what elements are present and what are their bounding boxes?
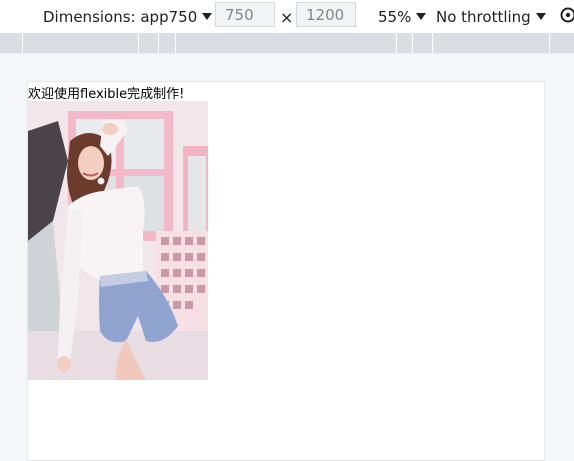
ruler-tick (432, 33, 433, 53)
zoom-label: 55% (378, 8, 411, 26)
height-value: 1200 (306, 6, 344, 24)
ruler-tick (138, 33, 139, 53)
caret-down-icon (536, 13, 546, 20)
times-separator: × (280, 8, 293, 27)
ruler-tick (22, 33, 23, 53)
settings-icon[interactable] (558, 4, 574, 26)
dimensions-dropdown[interactable]: Dimensions: app750 (43, 0, 212, 33)
throttling-dropdown[interactable]: No throttling (436, 0, 546, 33)
caret-down-icon (416, 13, 426, 20)
device-toolbar: Dimensions: app750 750 × 1200 55% No thr… (0, 0, 574, 33)
throttle-label: No throttling (436, 8, 531, 26)
ruler-tick (412, 33, 413, 53)
ruler-tick (396, 33, 397, 53)
width-input[interactable]: 750 (215, 2, 275, 27)
ruler-tick (158, 33, 159, 53)
welcome-text: 欢迎使用flexible完成制作! (28, 83, 184, 102)
dimensions-label: Dimensions: app750 (43, 8, 197, 26)
media-query-ruler[interactable] (0, 33, 574, 53)
height-input[interactable]: 1200 (296, 2, 356, 27)
photo-image (28, 101, 208, 380)
ruler-tick (549, 33, 550, 53)
divider (0, 53, 574, 54)
width-value: 750 (225, 6, 254, 24)
zoom-dropdown[interactable]: 55% (378, 0, 426, 33)
device-viewport: 欢迎使用flexible完成制作! (27, 81, 545, 461)
ruler-tick (175, 33, 176, 53)
caret-down-icon (202, 13, 212, 20)
